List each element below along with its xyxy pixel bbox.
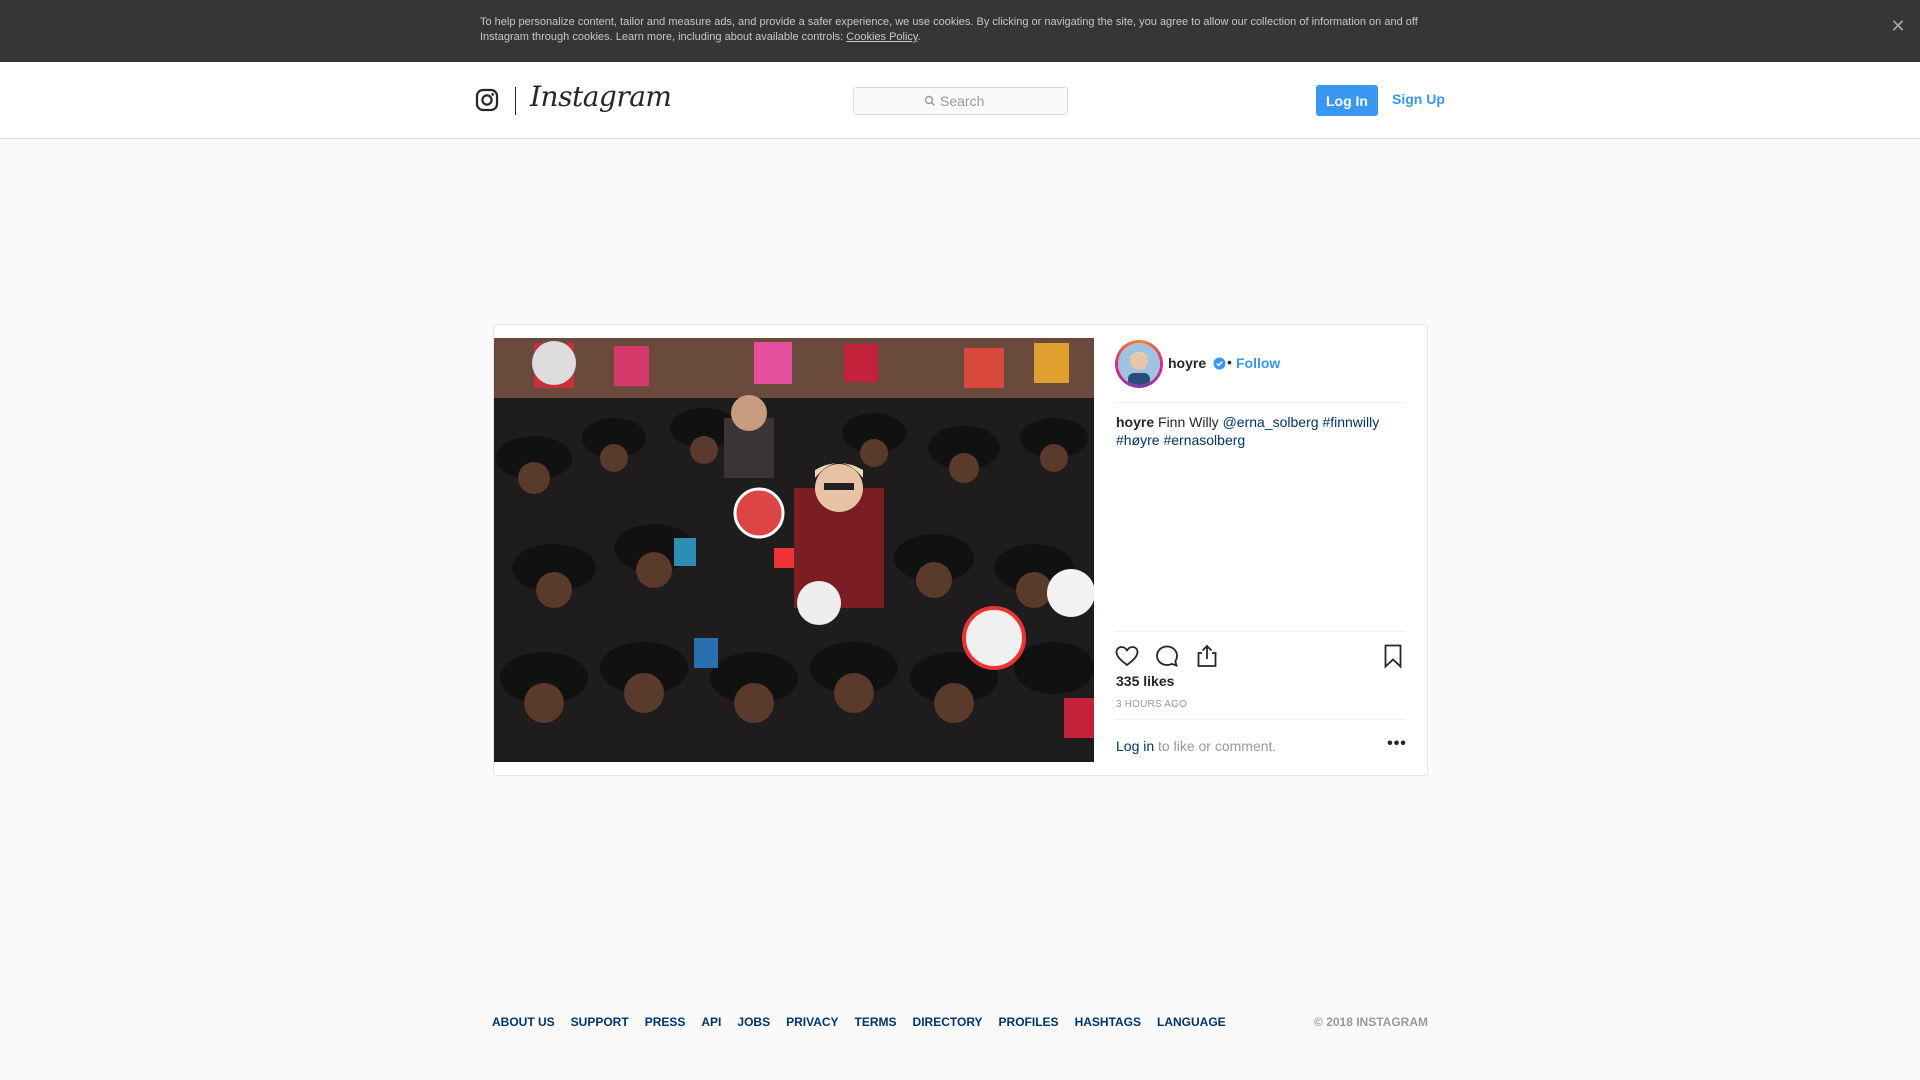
caption-hashtag[interactable]: #ernasolberg xyxy=(1163,432,1245,448)
heart-icon[interactable] xyxy=(1113,642,1141,670)
divider xyxy=(1115,402,1405,403)
like-count[interactable]: 335 likes xyxy=(1116,673,1174,689)
copyright: © 2018 INSTAGRAM xyxy=(1314,1015,1428,1029)
top-navbar: Instagram Log In Sign Up xyxy=(0,62,1920,139)
search-box[interactable] xyxy=(853,87,1068,115)
avatar[interactable] xyxy=(1115,340,1163,388)
search-input[interactable] xyxy=(940,92,1060,110)
cookie-banner-suffix: . xyxy=(917,31,921,43)
camera-glyph-icon[interactable] xyxy=(475,88,499,112)
login-link[interactable]: Log in xyxy=(1116,738,1154,754)
post-caption: hoyre Finn Willy @erna_solberg #finnwill… xyxy=(1116,413,1406,449)
close-icon[interactable]: ✕ xyxy=(1888,16,1908,36)
footer-link-terms[interactable]: TERMS xyxy=(855,1015,897,1029)
cookies-policy-link[interactable]: Cookies Policy xyxy=(846,31,917,43)
footer-link-about[interactable]: ABOUT US xyxy=(492,1015,555,1029)
header-separator-dot: • xyxy=(1227,354,1232,370)
comment-icon[interactable] xyxy=(1153,642,1181,670)
footer-link-press[interactable]: PRESS xyxy=(645,1015,686,1029)
more-options-icon[interactable]: ••• xyxy=(1387,736,1407,753)
footer-link-profiles[interactable]: PROFILES xyxy=(999,1015,1059,1029)
caption-text: Finn Willy xyxy=(1158,414,1219,430)
caption-mention[interactable]: @erna_solberg xyxy=(1223,414,1319,430)
login-prompt: Log in to like or comment. xyxy=(1116,738,1276,754)
logo-divider xyxy=(515,87,516,115)
avatar-image xyxy=(1118,343,1160,385)
bookmark-icon[interactable] xyxy=(1379,642,1407,670)
avatar-portrait-icon xyxy=(1118,343,1160,385)
verified-badge-icon xyxy=(1213,357,1226,370)
post-card: hoyre • Follow hoyre Finn Willy @erna_so… xyxy=(493,324,1428,776)
footer-link-api[interactable]: API xyxy=(701,1015,721,1029)
post-photo-crowd-illustration xyxy=(494,338,1094,762)
signup-link[interactable]: Sign Up xyxy=(1392,91,1445,107)
footer-links: ABOUT US SUPPORT PRESS API JOBS PRIVACY … xyxy=(492,1015,1226,1029)
follow-button[interactable]: Follow xyxy=(1236,355,1280,371)
footer-link-language[interactable]: LANGUAGE xyxy=(1157,1015,1226,1029)
footer-link-directory[interactable]: DIRECTORY xyxy=(913,1015,983,1029)
login-prompt-suffix: to like or comment. xyxy=(1154,738,1277,754)
post-timestamp: 3 HOURS AGO xyxy=(1116,699,1188,710)
footer-link-hashtags[interactable]: HASHTAGS xyxy=(1075,1015,1141,1029)
caption-hashtag[interactable]: #finnwilly xyxy=(1322,414,1379,430)
post-photo[interactable] xyxy=(494,338,1094,762)
caption-hashtag[interactable]: #høyre xyxy=(1116,432,1160,448)
divider xyxy=(1115,631,1405,632)
cookie-banner: To help personalize content, tailor and … xyxy=(0,0,1920,62)
post-username[interactable]: hoyre xyxy=(1168,355,1206,371)
instagram-wordmark[interactable]: Instagram xyxy=(530,80,672,113)
caption-author[interactable]: hoyre xyxy=(1116,414,1154,430)
share-icon[interactable] xyxy=(1193,642,1221,670)
divider xyxy=(1115,719,1405,720)
cookie-banner-text: To help personalize content, tailor and … xyxy=(480,15,1440,45)
login-button[interactable]: Log In xyxy=(1316,85,1378,116)
footer-link-jobs[interactable]: JOBS xyxy=(737,1015,770,1029)
footer-link-privacy[interactable]: PRIVACY xyxy=(786,1015,838,1029)
post-sidebar: hoyre • Follow hoyre Finn Willy @erna_so… xyxy=(1095,325,1428,775)
search-icon xyxy=(924,95,935,106)
cookie-banner-message: To help personalize content, tailor and … xyxy=(480,16,1418,43)
footer-link-support[interactable]: SUPPORT xyxy=(571,1015,629,1029)
footer: ABOUT US SUPPORT PRESS API JOBS PRIVACY … xyxy=(492,1015,1428,1029)
